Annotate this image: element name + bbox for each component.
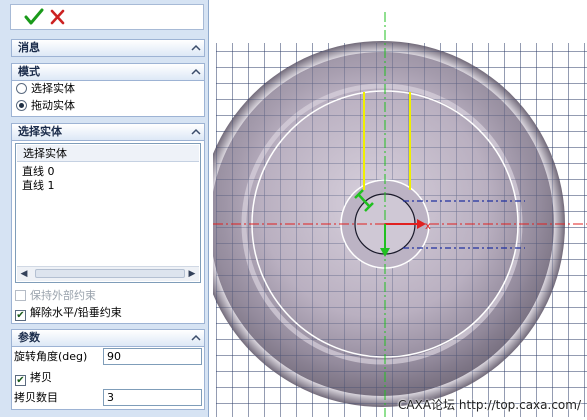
scrollbar-thumb[interactable] — [35, 269, 185, 278]
x-axis-label: x — [425, 221, 431, 232]
ok-button[interactable] — [23, 6, 45, 28]
collapse-icon — [191, 44, 201, 51]
params-section-header[interactable]: 参数 — [11, 329, 205, 347]
list-item[interactable]: 直线 0 — [22, 165, 55, 179]
close-icon — [50, 9, 65, 25]
scroll-left-icon[interactable]: ◀ — [18, 268, 30, 280]
property-panel: 消息 模式 选择实体 拖动实体 选择实体 选择实体 直线 0 直线 1 ◀ ▶ … — [0, 0, 209, 417]
mode-section-body: 选择实体 拖动实体 — [11, 81, 205, 117]
mode-option-drag[interactable]: 拖动实体 — [16, 98, 75, 114]
keep-external-constraint-checkbox[interactable]: 保持外部约束 — [15, 288, 96, 304]
entity-list[interactable]: 选择实体 直线 0 直线 1 ◀ ▶ — [15, 143, 201, 283]
3d-viewport[interactable]: x CAXA论坛 http://top.caxa.com/ — [199, 0, 587, 417]
copy-checkbox[interactable]: ✔ 拷贝 — [15, 370, 52, 386]
keep-external-label: 保持外部约束 — [30, 289, 96, 302]
collapse-icon — [191, 128, 201, 135]
params-section-title: 参数 — [18, 331, 40, 344]
copy-label: 拷贝 — [30, 371, 52, 384]
collapse-icon — [191, 334, 201, 341]
scroll-right-icon[interactable]: ▶ — [186, 268, 198, 280]
mode-option-label: 拖动实体 — [31, 99, 75, 112]
viewport-canvas[interactable]: x — [199, 0, 587, 417]
list-item[interactable]: 直线 1 — [22, 179, 55, 193]
collapse-icon — [191, 68, 201, 75]
checkbox-checked-icon: ✔ — [15, 310, 26, 321]
select-entity-section-header[interactable]: 选择实体 — [11, 123, 205, 141]
rotate-angle-label: 旋转角度(deg) — [14, 350, 88, 363]
radio-selected-icon — [16, 100, 27, 111]
mode-option-select[interactable]: 选择实体 — [16, 81, 75, 97]
checkbox-icon — [15, 290, 26, 301]
message-section-header[interactable]: 消息 — [11, 39, 205, 57]
entity-list-header[interactable]: 选择实体 — [17, 145, 199, 162]
mode-section-title: 模式 — [18, 65, 40, 78]
radio-icon — [16, 83, 27, 94]
checkbox-checked-icon: ✔ — [15, 375, 26, 386]
mode-section-header[interactable]: 模式 — [11, 63, 205, 81]
rotate-angle-input[interactable]: 90 — [103, 348, 202, 365]
horizontal-scrollbar[interactable]: ◀ ▶ — [17, 266, 199, 281]
release-hv-constraint-checkbox[interactable]: ✔ 解除水平/铅垂约束 — [15, 305, 122, 321]
confirm-toolbar — [10, 4, 204, 30]
select-entity-section-title: 选择实体 — [18, 125, 62, 138]
cancel-button[interactable] — [47, 6, 69, 28]
message-section-title: 消息 — [18, 41, 40, 54]
copy-count-input[interactable]: 3 — [103, 389, 202, 406]
mode-option-label: 选择实体 — [31, 82, 75, 95]
check-icon — [24, 8, 44, 25]
release-hv-label: 解除水平/铅垂约束 — [30, 306, 122, 319]
copy-count-label: 拷贝数目 — [14, 391, 58, 404]
watermark-text: CAXA论坛 http://top.caxa.com/ — [398, 398, 581, 412]
